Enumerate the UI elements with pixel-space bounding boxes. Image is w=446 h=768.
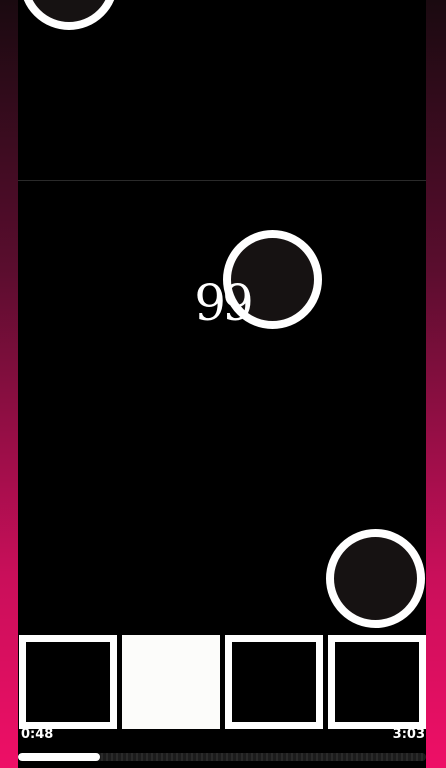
- combo-counter: 99: [194, 274, 254, 332]
- lane-key-3[interactable]: [225, 635, 323, 729]
- game-screen: 99 0:48 3:03: [0, 0, 446, 768]
- lane-key-4[interactable]: [328, 635, 426, 729]
- falling-note-lane-4: [326, 529, 425, 628]
- elapsed-time: 0:48: [21, 727, 54, 742]
- song-progress-fill: [18, 753, 100, 761]
- left-side-rail: [0, 0, 18, 768]
- song-progress-bar[interactable]: [18, 753, 426, 761]
- lane-key-1[interactable]: [19, 635, 117, 729]
- total-time: 3:03: [392, 727, 425, 742]
- lane-key-2[interactable]: [122, 635, 220, 729]
- lane-keys: [19, 635, 426, 729]
- lane-divider-line: [18, 180, 426, 181]
- right-side-rail: [426, 0, 446, 768]
